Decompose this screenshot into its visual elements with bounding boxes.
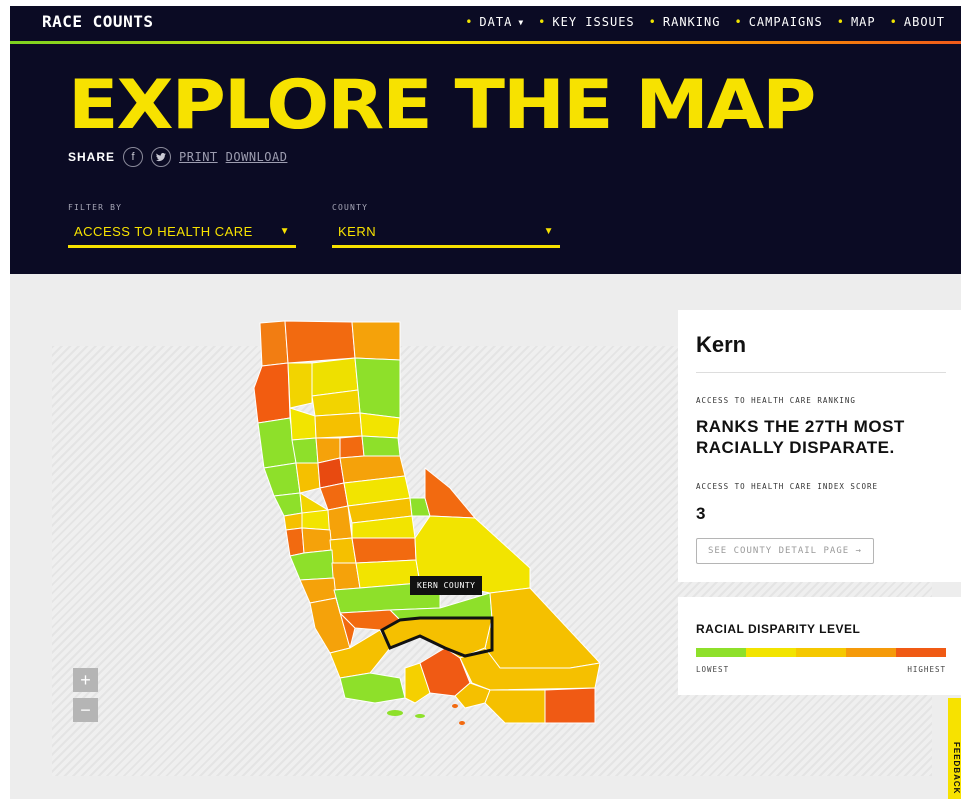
county-humboldt <box>253 362 291 424</box>
nav-label: RANKING <box>662 15 721 29</box>
main-nav: • DATA ▼ • KEY ISSUES • RANKING • CAMPAIGNS •… <box>465 15 945 29</box>
county-santa-clara <box>289 549 335 581</box>
county-contra-costa <box>301 509 331 531</box>
zoom-out-button[interactable]: − <box>73 698 98 722</box>
county-info-panel: Kern ACCESS TO HEALTH CARE RANKING RANKS… <box>678 310 961 582</box>
nav-item-key-issues[interactable]: • KEY ISSUES <box>538 15 634 29</box>
channel-island <box>415 714 425 718</box>
gradient-divider <box>10 41 961 44</box>
site-header: RACE COUNTS • DATA ▼ • KEY ISSUES • RANKING … <box>10 6 961 274</box>
site-logo[interactable]: RACE COUNTS <box>42 12 153 31</box>
bullet-icon: • <box>734 15 743 29</box>
bullet-icon: • <box>889 15 898 29</box>
nav-label: DATA <box>479 15 513 29</box>
county-mendocino <box>257 417 297 469</box>
county-trinity <box>287 362 313 409</box>
county-detail-button[interactable]: SEE COUNTY DETAIL PAGE → <box>696 538 874 564</box>
share-label: SHARE <box>68 150 116 164</box>
twitter-icon[interactable] <box>151 147 172 167</box>
legend-swatch <box>796 648 846 657</box>
county-plumas <box>359 412 401 439</box>
bullet-icon: • <box>538 15 547 29</box>
county-san-joaquin <box>327 505 353 541</box>
divider <box>696 372 946 373</box>
county-sutter <box>339 435 365 459</box>
county-san-bernardino <box>484 587 601 669</box>
county-siskiyou <box>284 320 356 364</box>
county-butte <box>314 412 363 439</box>
page-frame: RACE COUNTS • DATA ▼ • KEY ISSUES • RANKING … <box>10 6 961 799</box>
county-sonoma <box>263 462 301 497</box>
county-santa-barbara <box>339 672 406 704</box>
legend-swatch <box>896 648 946 657</box>
county-sf <box>283 512 303 531</box>
bullet-icon: • <box>648 15 657 29</box>
county-del-norte <box>259 320 289 367</box>
channel-island <box>387 710 403 716</box>
feedback-tab[interactable]: FEEDBACK <box>948 698 961 799</box>
disparity-legend: RACIAL DISPARITY LEVEL LOWEST HIGHEST <box>678 597 961 695</box>
rank-statement: RANKS THE 27TH MOST RACIALLY DISPARATE. <box>696 417 905 457</box>
county-san-mateo <box>285 527 305 557</box>
filter-by-select[interactable]: ACCESS TO HEALTH CARE ▼ <box>68 218 296 248</box>
index-score: 3 <box>696 504 706 523</box>
print-link[interactable]: PRINT <box>179 150 218 164</box>
nav-item-ranking[interactable]: • RANKING <box>649 15 721 29</box>
county-label: COUNTY <box>332 203 369 212</box>
chevron-down-icon: ▼ <box>279 226 290 237</box>
legend-color-bar <box>696 648 946 657</box>
county-shasta <box>311 357 359 397</box>
county-imperial <box>544 687 596 724</box>
score-label: ACCESS TO HEALTH CARE INDEX SCORE <box>696 482 879 491</box>
county-value: KERN <box>338 224 377 239</box>
county-merced <box>331 562 361 591</box>
county-san-diego <box>484 689 546 724</box>
county-glenn <box>289 407 317 441</box>
county-modoc <box>351 321 401 361</box>
channel-island <box>459 721 465 725</box>
ranking-label: ACCESS TO HEALTH CARE RANKING <box>696 396 856 405</box>
county-name: Kern <box>696 332 747 357</box>
nav-item-about[interactable]: • ABOUT <box>890 15 945 29</box>
county-select[interactable]: KERN ▼ <box>332 218 560 248</box>
california-map[interactable] <box>240 318 610 728</box>
legend-title: RACIAL DISPARITY LEVEL <box>696 622 861 636</box>
nav-label: KEY ISSUES <box>552 15 635 29</box>
county-sierra <box>361 435 401 457</box>
nav-item-data[interactable]: • DATA ▼ <box>465 15 524 29</box>
county-lassen <box>354 357 401 419</box>
nav-label: ABOUT <box>903 15 945 29</box>
county-tooltip: KERN COUNTY <box>410 576 483 595</box>
facebook-icon[interactable]: f <box>123 147 144 167</box>
chevron-down-icon: ▼ <box>518 17 525 27</box>
legend-swatch <box>696 648 746 657</box>
legend-low-label: LOWEST <box>696 665 730 674</box>
nav-label: CAMPAIGNS <box>748 15 823 29</box>
legend-swatch <box>846 648 896 657</box>
county-marin <box>273 492 303 517</box>
county-alameda <box>301 527 333 554</box>
nav-item-campaigns[interactable]: • CAMPAIGNS <box>734 15 822 29</box>
nav-label: MAP <box>850 15 876 29</box>
bullet-icon: • <box>465 15 474 29</box>
legend-high-label: HIGHEST <box>907 665 946 674</box>
chevron-down-icon: ▼ <box>543 226 554 237</box>
zoom-in-button[interactable]: + <box>73 668 98 692</box>
legend-swatch <box>746 648 796 657</box>
channel-island <box>452 704 458 708</box>
filter-by-label: FILTER BY <box>68 203 123 212</box>
county-lake <box>291 437 319 464</box>
nav-item-map[interactable]: • MAP <box>837 15 876 29</box>
page-title: EXPLORE THE MAP <box>68 65 816 145</box>
download-link[interactable]: DOWNLOAD <box>226 150 288 164</box>
county-napa <box>295 462 321 494</box>
county-sacramento <box>319 482 349 511</box>
bullet-icon: • <box>836 15 845 29</box>
county-mariposa <box>351 537 417 564</box>
county-mono <box>424 467 476 519</box>
filter-by-value: ACCESS TO HEALTH CARE <box>74 224 253 239</box>
share-row: SHARE f PRINT DOWNLOAD <box>68 147 287 167</box>
